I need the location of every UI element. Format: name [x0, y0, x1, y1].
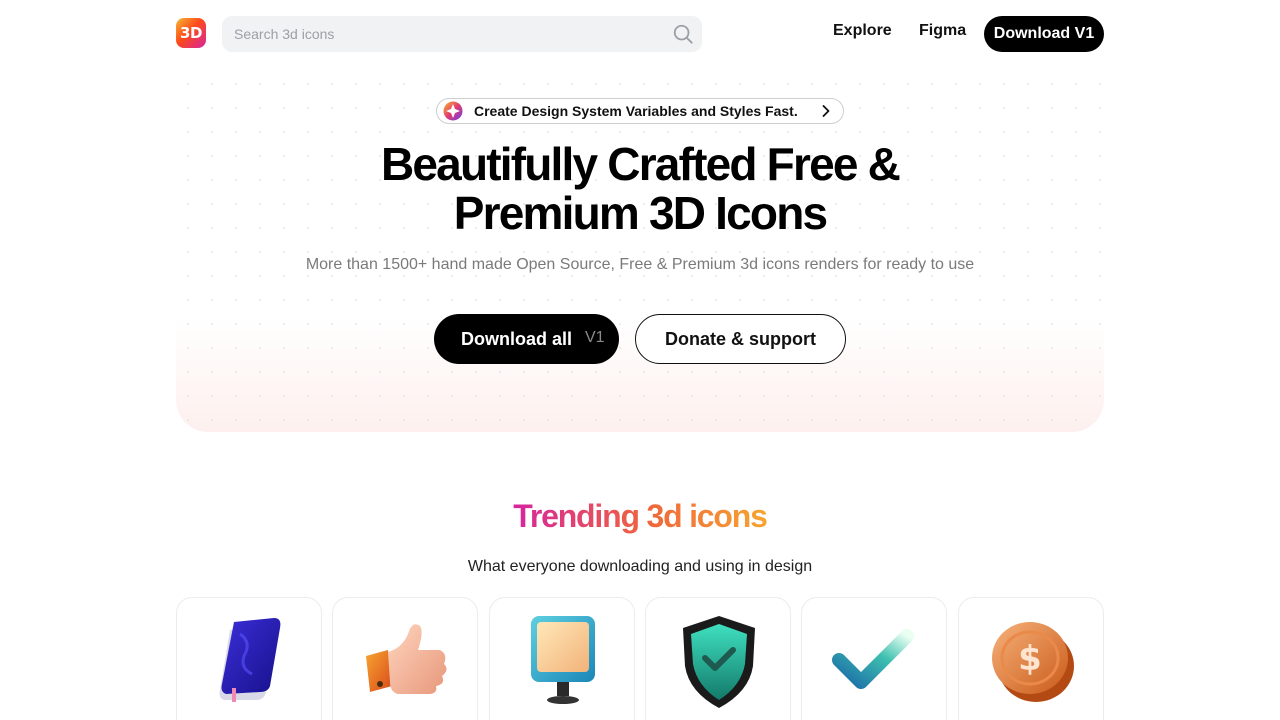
donate-support-button[interactable]: Donate & support — [635, 314, 846, 364]
search-icon[interactable] — [672, 23, 694, 45]
download-v1-button[interactable]: Download V1 — [984, 16, 1104, 52]
download-all-button[interactable]: Download all V1 — [434, 314, 619, 364]
icon-card-thumbs-up[interactable] — [332, 597, 478, 720]
trending-title-text: Trending 3d icons — [513, 498, 768, 534]
announcement-pill[interactable]: Create Design System Variables and Style… — [436, 98, 844, 124]
top-navigation: 3D Explore Figma Download V1 — [0, 0, 1280, 68]
hero-subtitle: More than 1500+ hand made Open Source, F… — [305, 256, 975, 273]
nav-figma-link[interactable]: Figma — [919, 22, 966, 40]
trending-title: Trending 3d icons — [340, 498, 940, 535]
monitor-icon — [531, 616, 595, 704]
nav-explore-link[interactable]: Explore — [833, 22, 892, 40]
icon-card-monitor[interactable] — [489, 597, 635, 720]
hero-title-line-2: Premium 3D Icons — [453, 187, 828, 239]
shield-check-icon — [683, 616, 755, 708]
dollar-coin-icon: $ — [992, 622, 1074, 702]
dot-grid-background — [176, 72, 1104, 432]
chevron-right-icon — [822, 105, 830, 117]
hero-title-line-1: Beautifully Crafted Free & — [380, 138, 901, 190]
version-badge: V1 — [585, 329, 605, 346]
icon-card-shield[interactable] — [645, 597, 791, 720]
checkmark-icon — [832, 629, 914, 689]
thumbs-up-icon — [366, 624, 447, 694]
icon-card-checkmark[interactable] — [801, 597, 947, 720]
logo[interactable]: 3D — [176, 18, 206, 48]
icon-card-coin[interactable]: $ — [958, 597, 1104, 720]
announcement-text: Create Design System Variables and Style… — [474, 103, 798, 119]
sparkle-logo-icon — [443, 101, 463, 121]
notebook-icon — [219, 618, 281, 702]
download-all-label: Download all — [461, 329, 573, 349]
svg-text:$: $ — [1018, 639, 1042, 679]
logo-text: 3D — [180, 24, 202, 42]
icon-card-notebook[interactable] — [176, 597, 322, 720]
hero-title: Beautifully Crafted Free & Premium 3D Ic… — [240, 140, 1040, 238]
trending-subtitle: What everyone downloading and using in d… — [467, 558, 813, 575]
search-bar[interactable] — [222, 16, 702, 52]
hero-section — [176, 72, 1104, 432]
search-input[interactable] — [222, 16, 662, 52]
